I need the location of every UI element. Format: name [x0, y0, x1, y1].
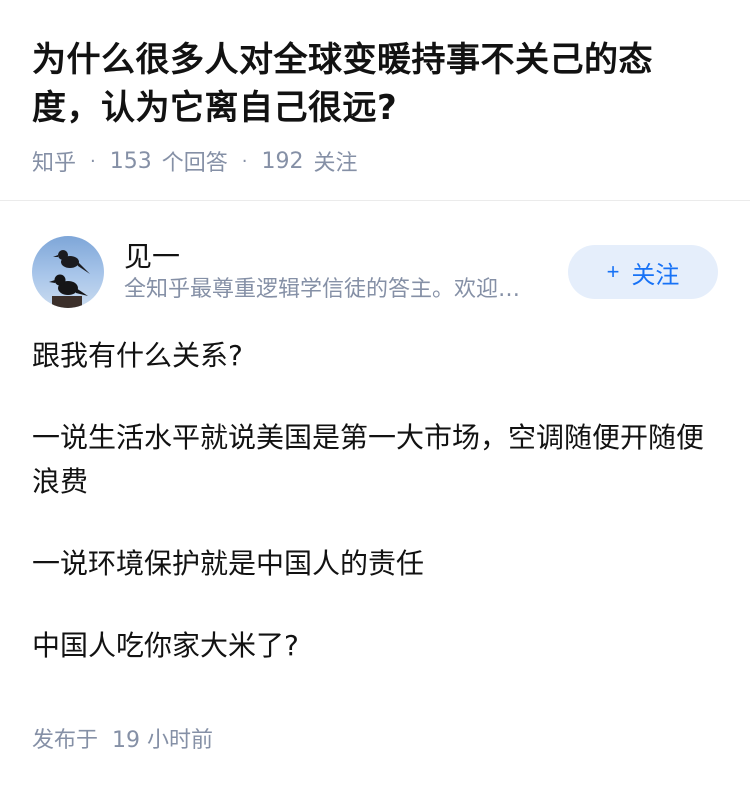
answer-card: 见一 全知乎最尊重逻辑学信徒的答主。欢迎来辩 + 关注 跟我有什么关系? 一说生…: [32, 234, 718, 706]
author-row: 见一 全知乎最尊重逻辑学信徒的答主。欢迎来辩 + 关注: [32, 234, 718, 310]
avatar[interactable]: [32, 236, 104, 308]
answer-paragraph: 一说环境保护就是中国人的责任: [32, 547, 425, 580]
meta-separator: ·: [241, 150, 248, 172]
publish-time: 发布于 19 小时前: [32, 722, 213, 754]
author-info: 见一 全知乎最尊重逻辑学信徒的答主。欢迎来辩: [124, 239, 544, 305]
answer-paragraph: 中国人吃你家大米了?: [32, 629, 299, 662]
publish-time-prefix: 发布于: [32, 728, 99, 753]
source-label[interactable]: 知乎: [32, 145, 76, 177]
author-bio: 全知乎最尊重逻辑学信徒的答主。欢迎来辩: [124, 277, 534, 302]
answer-count-label[interactable]: 个回答: [162, 145, 228, 177]
follow-button[interactable]: + 关注: [568, 245, 718, 299]
question-meta: 知乎 · 153 个回答 · 192 关注: [32, 145, 718, 177]
answer-content[interactable]: 跟我有什么关系? 一说生活水平就说美国是第一大市场，空调随便开随便浪费 一说环境…: [32, 334, 718, 668]
follow-button-label: 关注: [631, 261, 680, 289]
meta-separator: ·: [90, 150, 96, 172]
crow-birds-icon: [49, 250, 90, 308]
publish-time-value: 19 小时前: [112, 728, 214, 753]
question-header: 为什么很多人对全球变暖持事不关己的态度，认为它离自己很远? 知乎 · 153 个…: [0, 0, 750, 176]
answer-paragraph: 跟我有什么关系?: [32, 339, 243, 372]
answer-count: 153: [109, 148, 152, 174]
follower-count: 192: [261, 148, 304, 174]
author-name[interactable]: 见一: [124, 239, 544, 275]
plus-icon: +: [606, 259, 620, 284]
follower-count-label[interactable]: 关注: [314, 145, 358, 177]
section-divider: [0, 200, 750, 201]
answer-paragraph: 一说生活水平就说美国是第一大市场，空调随便开随便浪费: [32, 421, 705, 498]
question-title[interactable]: 为什么很多人对全球变暖持事不关己的态度，认为它离自己很远?: [32, 36, 718, 132]
